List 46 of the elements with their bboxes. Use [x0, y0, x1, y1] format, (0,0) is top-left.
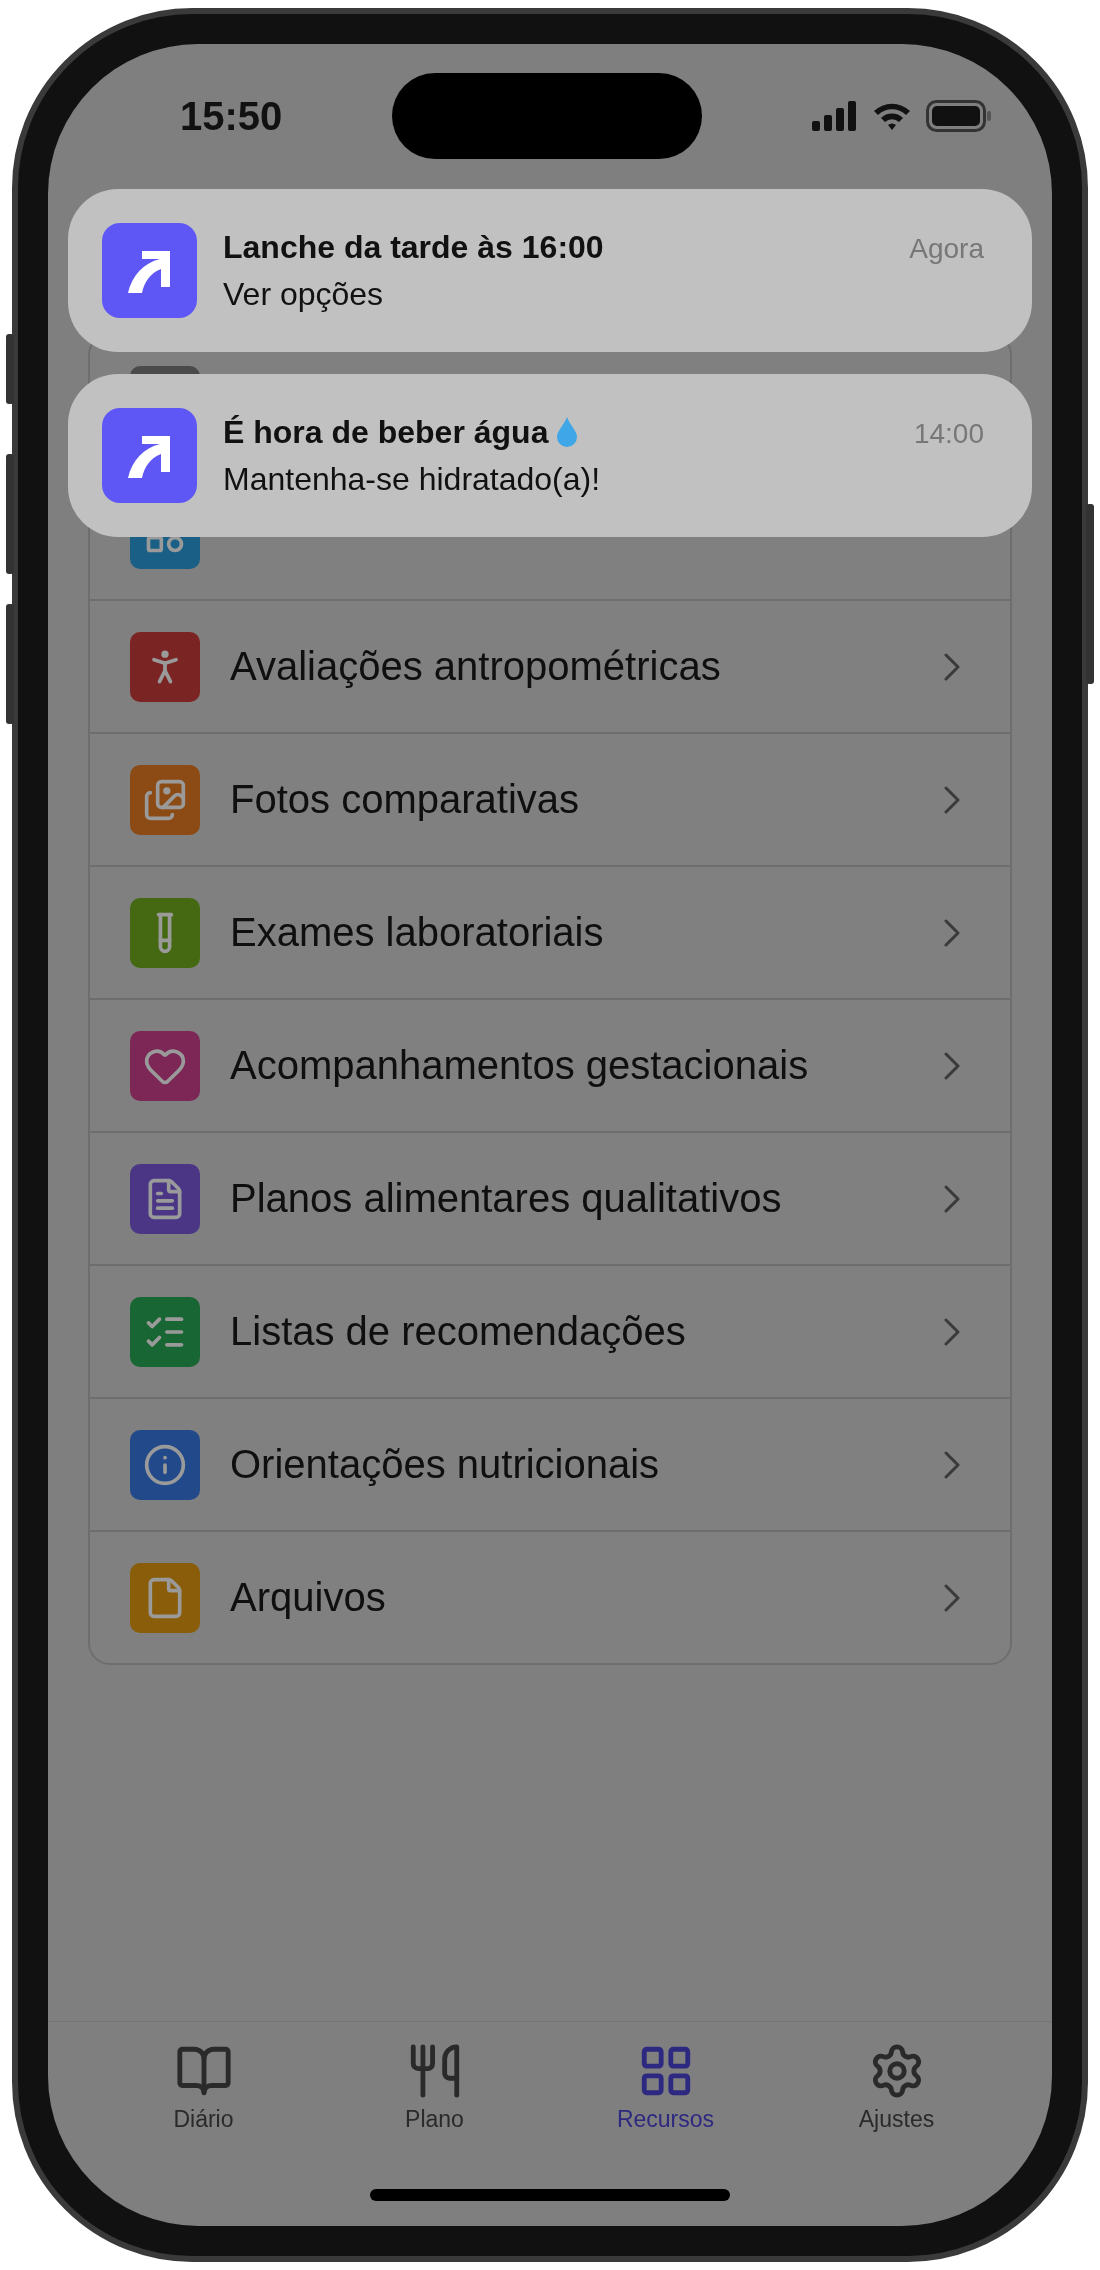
- menu-item[interactable]: Planos alimentares qualitativos: [90, 1131, 1010, 1264]
- status-time: 15:50: [180, 93, 283, 139]
- tab[interactable]: Diário: [118, 2042, 289, 2152]
- menu-label: Arquivos: [230, 1575, 387, 1620]
- menu-item[interactable]: Exames laboratoriais: [90, 865, 1010, 998]
- signal-icon: [812, 101, 858, 131]
- chevron-icon: [944, 1317, 960, 1346]
- app-icon: [102, 223, 197, 318]
- side-button[interactable]: [6, 604, 14, 724]
- tab[interactable]: Recursos: [580, 2042, 751, 2152]
- side-button[interactable]: [6, 334, 14, 404]
- app-icon: [102, 408, 197, 503]
- notification[interactable]: Lanche da tarde às 16:00 Ver opções Agora: [68, 189, 1032, 352]
- chevron-icon: [944, 918, 960, 947]
- notification[interactable]: É hora de beber água Mantenha-se hidratado(a)! 14:00: [68, 374, 1032, 537]
- menu-item[interactable]: Fotos comparativas: [90, 732, 1010, 865]
- menu-item[interactable]: Listas de recomendações: [90, 1264, 1010, 1397]
- menu-label: Fotos comparativas: [230, 777, 581, 822]
- chevron-icon: [944, 1583, 960, 1612]
- notification-time: 14:00: [913, 418, 984, 450]
- menu-item[interactable]: Avaliações antropométricas: [90, 599, 1010, 732]
- notification-time: Agora: [909, 233, 984, 265]
- chevron-icon: [944, 1450, 960, 1479]
- notification-title: Lanche da tarde às 16:00: [223, 228, 604, 266]
- notification-body: Ver opções: [223, 275, 385, 313]
- battery-icon: [926, 100, 992, 132]
- menu-item[interactable]: Acompanhamentos gestacionais: [90, 998, 1010, 1131]
- side-button[interactable]: [1086, 504, 1094, 684]
- tab[interactable]: Ajustes: [811, 2042, 982, 2152]
- menu-label: Exames laboratoriais: [230, 910, 605, 955]
- menu-label: Planos alimentares qualitativos: [230, 1176, 783, 1221]
- chevron-icon: [944, 1051, 960, 1080]
- side-button[interactable]: [6, 454, 14, 574]
- chevron-icon: [944, 1184, 960, 1213]
- menu-label: Avaliações antropométricas: [230, 644, 722, 689]
- menu-label: Acompanhamentos gestacionais: [230, 1043, 810, 1088]
- notification-title: É hora de beber água: [223, 413, 549, 451]
- menu-item[interactable]: Arquivos: [90, 1530, 1010, 1663]
- wifi-icon: [872, 101, 912, 131]
- chevron-icon: [944, 785, 960, 814]
- menu-label: Orientações nutricionais: [230, 1442, 661, 1487]
- menu-item[interactable]: Orientações nutricionais: [90, 1397, 1010, 1530]
- notification-body: Mantenha-se hidratado(a)!: [223, 460, 602, 498]
- tab[interactable]: Plano: [349, 2042, 520, 2152]
- menu-label: Listas de recomendações: [230, 1309, 687, 1354]
- chevron-icon: [944, 652, 960, 681]
